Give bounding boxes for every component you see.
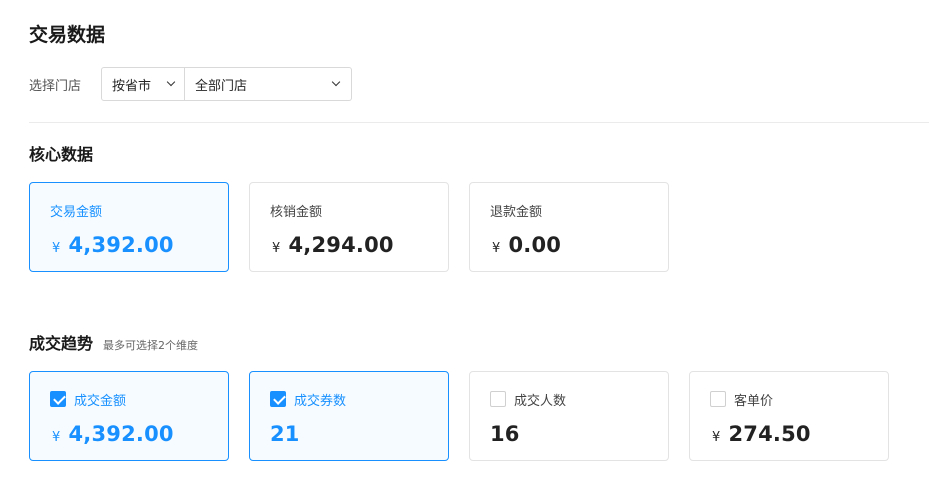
trend-section-header: 成交趋势 最多可选择2个维度 <box>29 330 198 354</box>
card-amount: 16 <box>490 422 520 446</box>
core-card-trade-amount[interactable]: 交易金额 ¥ 4,392.00 <box>29 182 229 272</box>
store-select[interactable]: 全部门店 <box>185 67 352 101</box>
trend-card-deal-coupons[interactable]: 成交券数 21 <box>249 371 449 461</box>
card-amount: 0.00 <box>508 233 562 257</box>
store-filter-label: 选择门店 <box>29 78 82 94</box>
card-amount: 4,294.00 <box>288 233 394 257</box>
trend-card-avg-order[interactable]: 客单价 ¥ 274.50 <box>689 371 889 461</box>
card-amount: 274.50 <box>728 422 811 446</box>
checkbox[interactable] <box>490 391 506 407</box>
divider <box>29 122 929 123</box>
card-label: 客单价 <box>734 393 774 409</box>
currency-symbol: ¥ <box>52 241 61 256</box>
card-label: 核销金额 <box>270 204 323 220</box>
currency-symbol: ¥ <box>492 241 501 256</box>
core-data-title: 核心数据 <box>29 145 94 164</box>
card-value: 21 <box>270 422 428 446</box>
currency-symbol: ¥ <box>712 430 721 445</box>
store-select-value: 全部门店 <box>195 78 248 94</box>
card-value: ¥ 4,392.00 <box>50 233 208 257</box>
card-label-row: 成交人数 <box>490 390 648 409</box>
card-value: ¥ 4,392.00 <box>50 422 208 446</box>
card-amount: 4,392.00 <box>68 233 174 257</box>
checkbox[interactable] <box>710 391 726 407</box>
trend-title: 成交趋势 <box>29 334 94 353</box>
trend-card-deal-users[interactable]: 成交人数 16 <box>469 371 669 461</box>
card-value: 16 <box>490 422 648 446</box>
card-label-row: 成交金额 <box>50 390 208 409</box>
card-amount: 21 <box>270 422 300 446</box>
chevron-down-icon <box>166 77 176 87</box>
card-value: ¥ 0.00 <box>490 233 648 257</box>
checkbox[interactable] <box>50 391 66 407</box>
scope-select-value: 按省市 <box>112 78 152 94</box>
trend-hint: 最多可选择2个维度 <box>103 339 199 352</box>
card-label-row: 成交券数 <box>270 390 428 409</box>
trade-data-page: 交易数据 选择门店 按省市 全部门店 核心数据 交易金额 ¥ 4,392.00 … <box>0 0 929 482</box>
card-label: 成交金额 <box>74 393 127 409</box>
currency-symbol: ¥ <box>272 241 281 256</box>
core-card-refund-amount[interactable]: 退款金额 ¥ 0.00 <box>469 182 669 272</box>
core-card-redeem-amount[interactable]: 核销金额 ¥ 4,294.00 <box>249 182 449 272</box>
card-label-row: 客单价 <box>710 390 868 409</box>
checkbox[interactable] <box>270 391 286 407</box>
trend-card-deal-amount[interactable]: 成交金额 ¥ 4,392.00 <box>29 371 229 461</box>
scope-select[interactable]: 按省市 <box>101 67 185 101</box>
card-label: 成交人数 <box>514 393 567 409</box>
page-title: 交易数据 <box>29 24 106 46</box>
card-label: 交易金额 <box>50 204 103 220</box>
chevron-down-icon <box>331 77 341 87</box>
card-label: 退款金额 <box>490 204 543 220</box>
currency-symbol: ¥ <box>52 430 61 445</box>
store-filter: 选择门店 按省市 全部门店 <box>29 67 352 101</box>
card-label: 成交券数 <box>294 393 347 409</box>
card-amount: 4,392.00 <box>68 422 174 446</box>
card-value: ¥ 274.50 <box>710 422 868 446</box>
card-value: ¥ 4,294.00 <box>270 233 428 257</box>
